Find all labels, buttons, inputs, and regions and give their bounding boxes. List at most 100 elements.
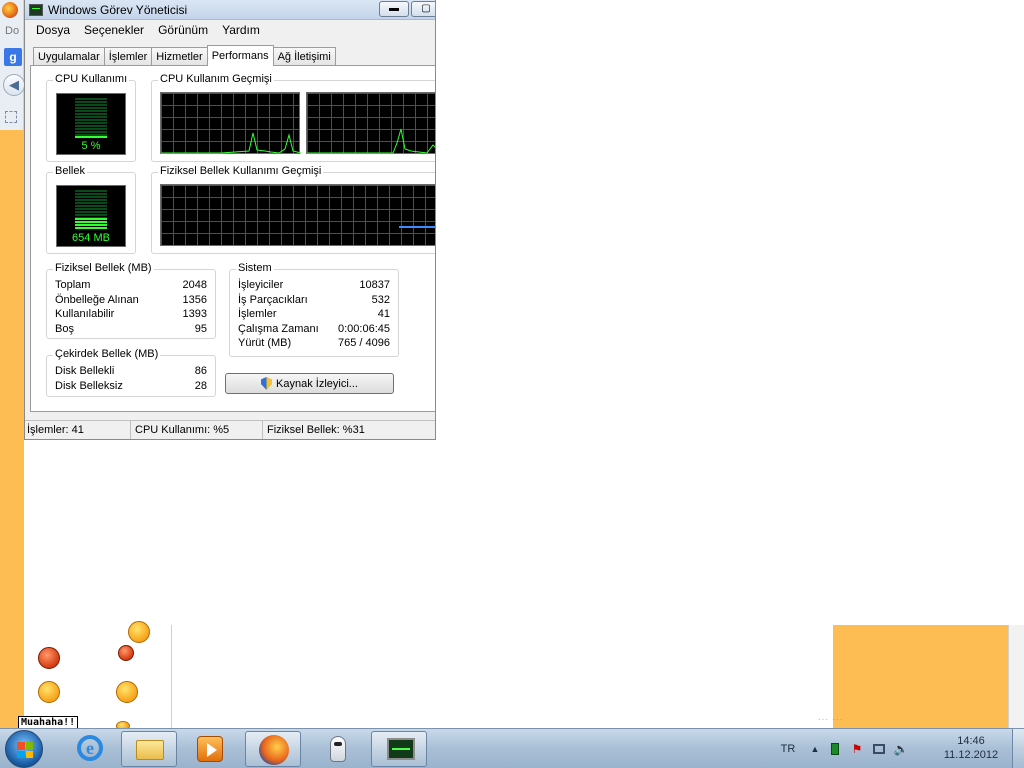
stat-row-cached: Önbelleğe Alınan 1356 bbox=[55, 294, 207, 308]
kernel-memory-label: Çekirdek Bellek (MB) bbox=[53, 348, 161, 360]
resize-grip-icon[interactable]: ··· ··· bbox=[818, 715, 843, 724]
taskbar: e TR ▲ ⚑ 🔈 14:46 11.12.2012 bbox=[0, 728, 1024, 768]
system-label: Sistem bbox=[236, 262, 274, 274]
memory-meter: 654 MB bbox=[56, 185, 126, 247]
show-hidden-icons-arrow-icon[interactable]: ▲ bbox=[806, 744, 824, 754]
clock-time: 14:46 bbox=[957, 735, 985, 747]
tab-networking[interactable]: Ağ İletişimi bbox=[272, 47, 336, 66]
taskbar-task-manager[interactable] bbox=[371, 731, 427, 767]
stat-value: 0:00:06:45 bbox=[338, 323, 390, 335]
memory-label: Bellek bbox=[53, 165, 87, 177]
stat-name: Toplam bbox=[55, 279, 91, 291]
stat-name: Disk Bellekli bbox=[55, 365, 115, 377]
stat-value: 765 / 4096 bbox=[338, 337, 390, 349]
stat-value: 2048 bbox=[182, 279, 207, 291]
firefox-sidebar: Do g ◀ bbox=[0, 0, 25, 130]
emoticon-panel bbox=[24, 621, 172, 731]
scrollbar-strip[interactable] bbox=[1008, 625, 1024, 728]
devil-face-emoticon-icon[interactable] bbox=[118, 645, 134, 661]
stat-value: 86 bbox=[194, 365, 207, 377]
browser-menu-fragment: Do bbox=[5, 25, 20, 37]
minimize-button[interactable]: ▬ bbox=[379, 1, 409, 17]
memory-group: Bellek 654 MB bbox=[46, 165, 136, 254]
maximize-button[interactable]: ▢ bbox=[411, 1, 435, 17]
network-icon[interactable] bbox=[868, 741, 890, 757]
media-player-icon bbox=[197, 736, 223, 762]
start-button[interactable] bbox=[5, 730, 43, 768]
cpu-history-group: CPU Kullanım Geçmişi bbox=[151, 73, 435, 162]
taskbar-robot-app[interactable] bbox=[310, 731, 366, 767]
cpu-usage-value: 5 % bbox=[81, 140, 101, 152]
stat-row-processes: İşlemler 41 bbox=[238, 308, 390, 322]
devil-emoticon-icon[interactable] bbox=[38, 647, 60, 669]
dotted-square-icon bbox=[5, 111, 17, 123]
uac-shield-icon bbox=[261, 377, 273, 390]
show-desktop-button[interactable] bbox=[1012, 729, 1024, 768]
stat-row-free: Boş 95 bbox=[55, 323, 207, 337]
language-indicator[interactable]: TR bbox=[770, 743, 806, 755]
taskbar-windows-explorer[interactable] bbox=[121, 731, 177, 767]
tab-performance[interactable]: Performans bbox=[206, 45, 274, 66]
stat-name: Çalışma Zamanı bbox=[238, 323, 319, 335]
desktop-background-left bbox=[0, 130, 24, 728]
stat-name: Boş bbox=[55, 323, 74, 335]
stat-row-commit: Yürüt (MB) 765 / 4096 bbox=[238, 337, 390, 351]
menu-yardim[interactable]: Yardım bbox=[215, 23, 267, 37]
back-arrow-icon[interactable]: ◀ bbox=[3, 74, 25, 96]
taskbar-media-player[interactable] bbox=[182, 731, 238, 767]
memory-meter-bars bbox=[75, 190, 107, 230]
task-manager-taskbar-icon bbox=[387, 738, 415, 760]
stat-name: İş Parçacıkları bbox=[238, 294, 308, 306]
window-title: Windows Görev Yöneticisi bbox=[48, 2, 188, 17]
clock-date: 11.12.2012 bbox=[943, 749, 999, 761]
tab-strip: Uygulamalar İşlemler Hizmetler Performan… bbox=[33, 45, 336, 66]
stat-name: Kullanılabilir bbox=[55, 308, 115, 320]
stat-name: İşleyiciler bbox=[238, 279, 284, 291]
resource-monitor-label: Kaynak İzleyici... bbox=[276, 377, 358, 390]
cpu-meter-fill bbox=[75, 136, 107, 138]
memory-history-group: Fiziksel Bellek Kullanımı Geçmişi bbox=[151, 165, 435, 254]
menu-dosya[interactable]: Dosya bbox=[29, 23, 77, 37]
firefox-icon bbox=[259, 735, 289, 765]
tab-applications[interactable]: Uygulamalar bbox=[33, 47, 105, 66]
action-center-flag-icon[interactable]: ⚑ bbox=[846, 741, 868, 757]
emoticon-icon[interactable] bbox=[128, 621, 150, 643]
resource-monitor-button[interactable]: Kaynak İzleyici... bbox=[225, 373, 394, 394]
stat-name: Önbelleğe Alınan bbox=[55, 294, 139, 306]
taskbar-firefox[interactable] bbox=[245, 731, 301, 767]
cpu-core1-line bbox=[161, 132, 301, 154]
cpu-meter: 5 % bbox=[56, 93, 126, 155]
cpu-usage-label: CPU Kullanımı bbox=[53, 73, 130, 85]
stat-value: 10837 bbox=[359, 279, 390, 291]
task-manager-tray-icon[interactable] bbox=[824, 741, 846, 757]
task-manager-window: Windows Görev Yöneticisi ▬ ▢ Dosya Seçen… bbox=[24, 0, 436, 440]
volume-speaker-icon[interactable]: 🔈 bbox=[890, 741, 912, 757]
menu-bar: Dosya Seçenekler Görünüm Yardım bbox=[25, 20, 435, 40]
stat-value: 1393 bbox=[182, 308, 207, 320]
stat-row-total: Toplam 2048 bbox=[55, 279, 207, 293]
cpu-history-graph-core1 bbox=[160, 92, 301, 154]
memory-history-line bbox=[399, 226, 435, 228]
memory-history-label: Fiziksel Bellek Kullanımı Geçmişi bbox=[158, 165, 324, 177]
stat-name: İşlemler bbox=[238, 308, 277, 320]
sombrero-emoticon-icon[interactable] bbox=[38, 681, 60, 703]
stat-name: Yürüt (MB) bbox=[238, 337, 292, 349]
google-search-icon[interactable]: g bbox=[4, 48, 22, 66]
tab-services[interactable]: Hizmetler bbox=[151, 47, 208, 66]
stat-row-threads: İş Parçacıkları 532 bbox=[238, 294, 390, 308]
title-bar[interactable]: Windows Görev Yöneticisi ▬ ▢ bbox=[25, 0, 435, 20]
windows-logo-icon bbox=[17, 742, 33, 758]
stat-row-nonpaged: Disk Belleksiz 28 bbox=[55, 380, 207, 394]
system-clock[interactable]: 14:46 11.12.2012 bbox=[936, 734, 1006, 762]
firefox-logo-icon bbox=[2, 2, 18, 18]
system-group: Sistem İşleyiciler 10837 İş Parçacıkları 5… bbox=[229, 262, 399, 357]
hat-emoticon-icon[interactable] bbox=[116, 681, 138, 703]
stat-value: 41 bbox=[377, 308, 390, 320]
taskbar-internet-explorer[interactable]: e bbox=[62, 731, 118, 767]
menu-secenekler[interactable]: Seçenekler bbox=[77, 23, 151, 37]
menu-gorunum[interactable]: Görünüm bbox=[151, 23, 215, 37]
stat-value: 95 bbox=[194, 323, 207, 335]
cpu-history-graph-core2 bbox=[306, 92, 435, 154]
stat-value: 28 bbox=[194, 380, 207, 392]
tab-processes[interactable]: İşlemler bbox=[103, 47, 153, 66]
